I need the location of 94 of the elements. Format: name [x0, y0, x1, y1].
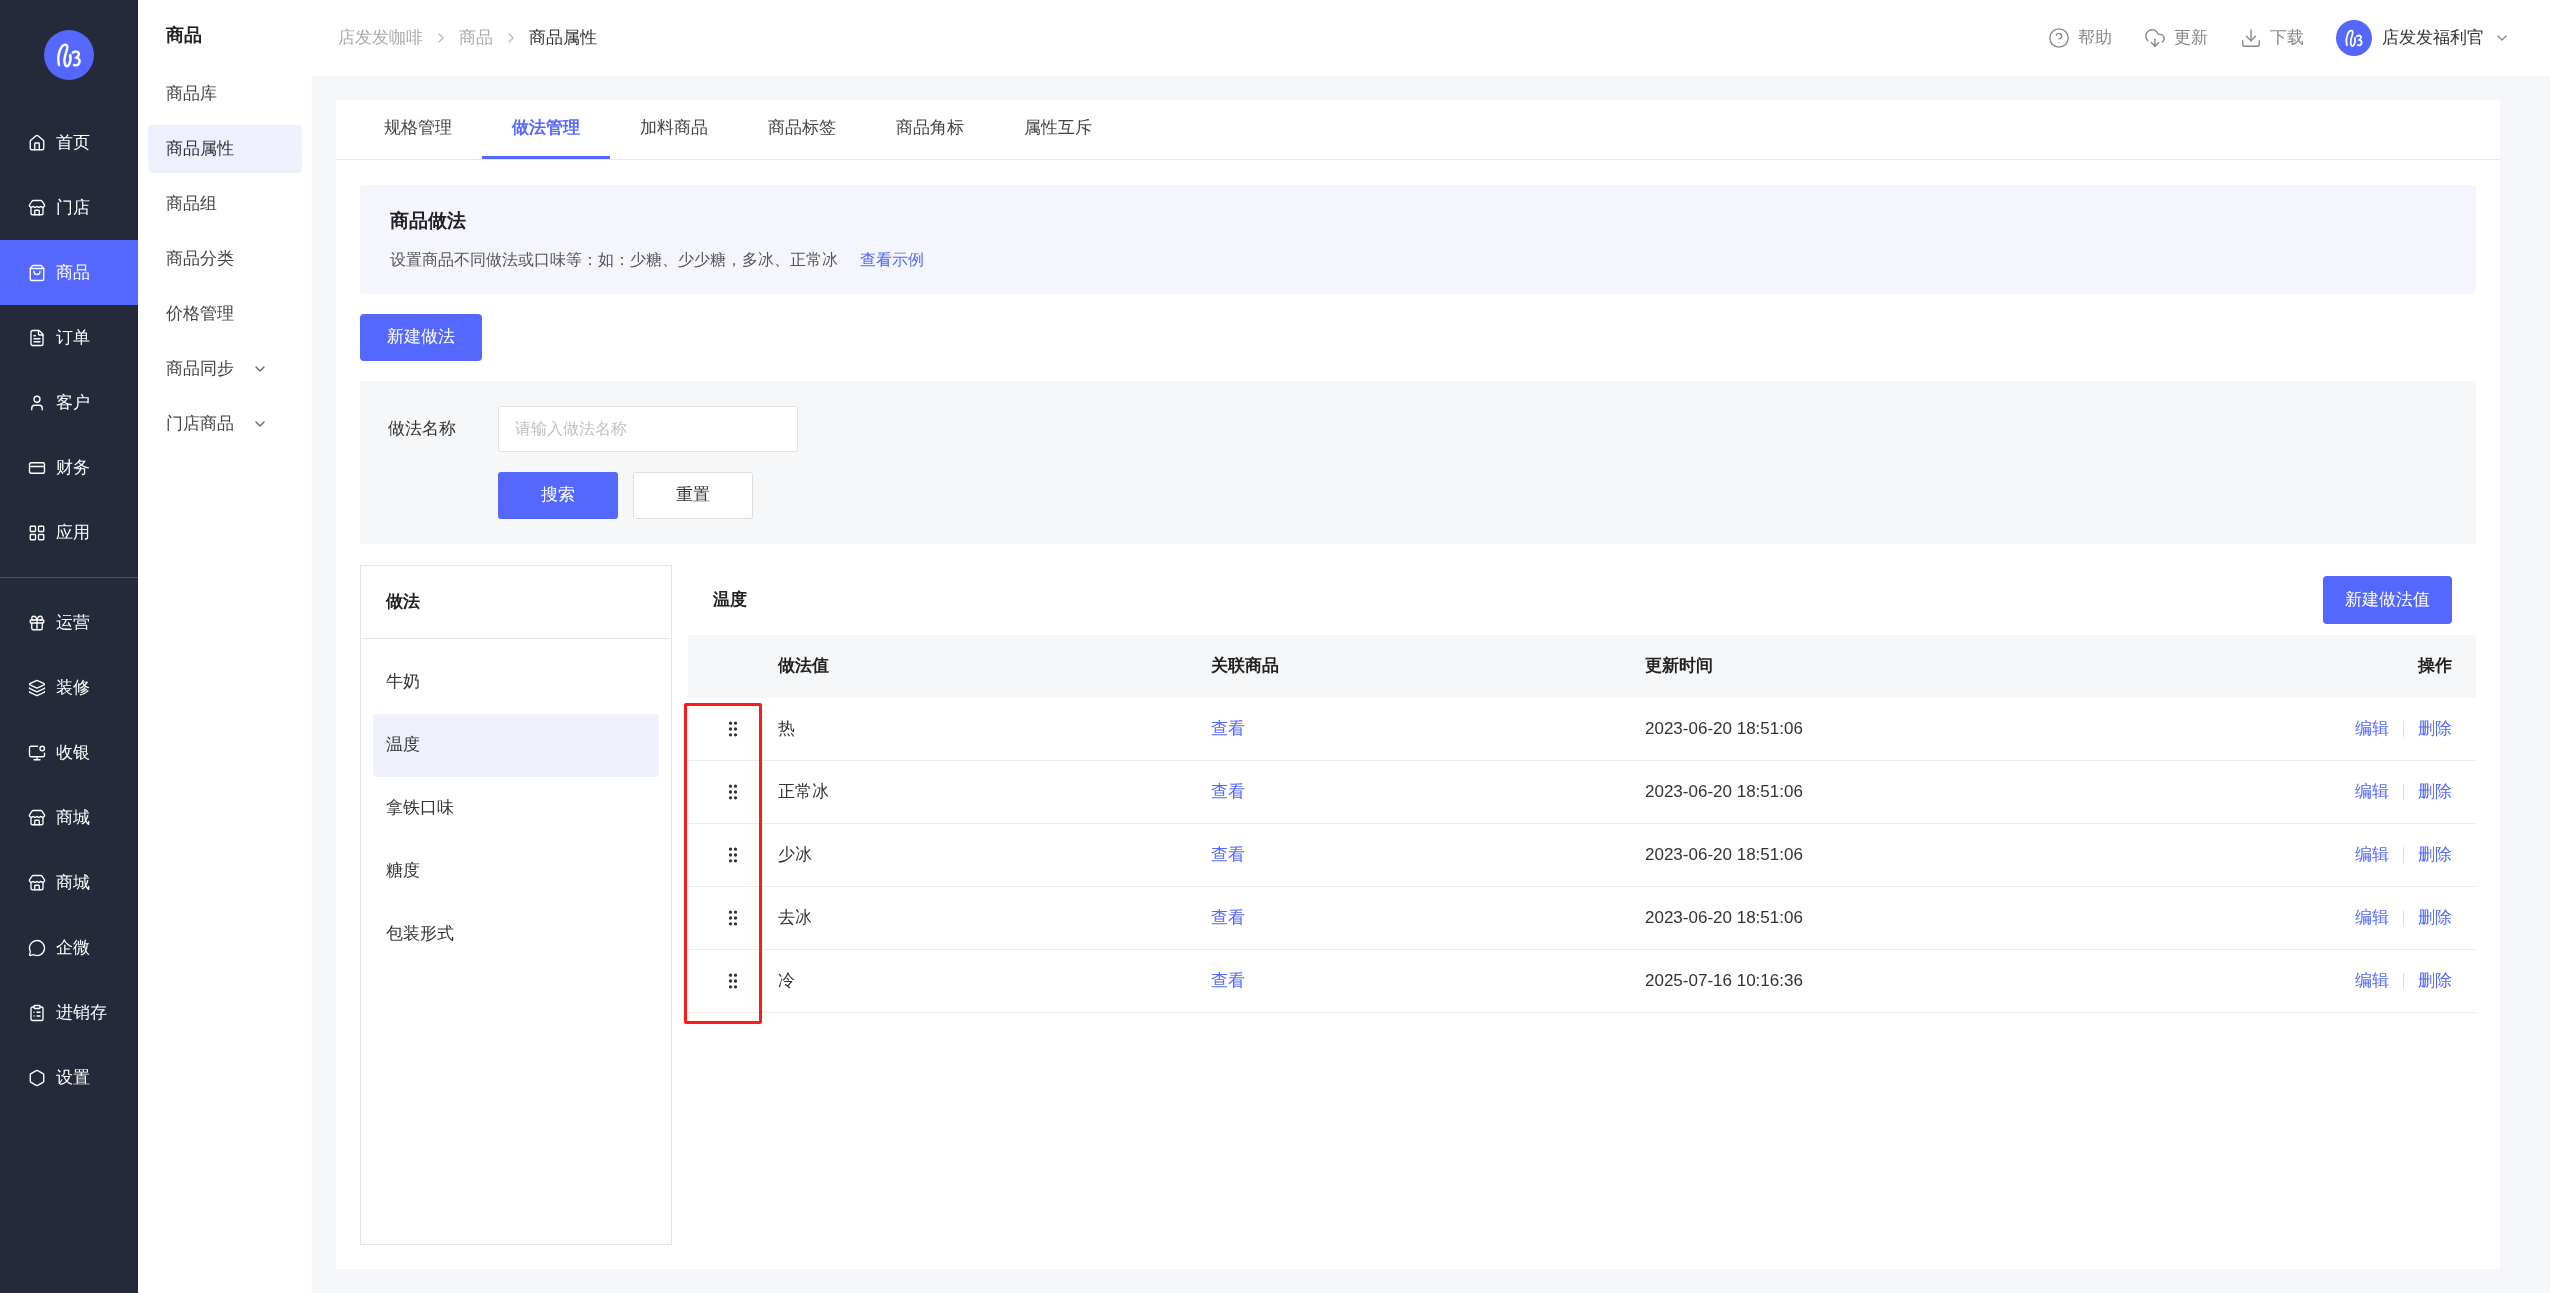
download-icon	[2240, 27, 2262, 49]
edit-link[interactable]: 编辑	[2355, 841, 2389, 868]
column-header: 更新时间	[1645, 655, 1714, 678]
header-action[interactable]: 更新	[2144, 25, 2208, 51]
delete-link[interactable]: 删除	[2418, 715, 2452, 742]
nav-item[interactable]: 装修	[0, 655, 138, 720]
submenu-item[interactable]: 商品分类	[148, 235, 302, 283]
search-button[interactable]: 搜索	[498, 471, 618, 519]
gift-icon	[28, 613, 46, 632]
cloud-download-icon	[2144, 27, 2166, 49]
breadcrumb-item: 商品属性	[529, 27, 597, 50]
chat-icon	[28, 938, 46, 957]
delete-link[interactable]: 删除	[2418, 841, 2452, 868]
delete-link[interactable]: 删除	[2418, 778, 2452, 805]
table-cell-text: 2025-07-16 10:16:36	[1645, 969, 1804, 992]
new-value-button[interactable]: 新建做法值	[2323, 575, 2452, 624]
settings-icon	[28, 1068, 46, 1087]
bag-icon	[28, 263, 46, 282]
method-item[interactable]: 温度	[373, 713, 659, 777]
table-cell-text: 2023-06-20 18:51:06	[1645, 906, 1804, 929]
layers-icon	[28, 678, 46, 697]
values-title: 温度	[713, 588, 747, 611]
tab[interactable]: 规格管理	[354, 100, 482, 159]
nav-item[interactable]: 收银	[0, 720, 138, 785]
column-header: 操作	[2418, 655, 2453, 678]
panel-title: 做法	[361, 565, 671, 639]
delete-link[interactable]: 删除	[2418, 904, 2452, 931]
edit-link[interactable]: 编辑	[2355, 904, 2389, 931]
nav-item[interactable]: 企微	[0, 915, 138, 980]
nav-item[interactable]: 门店	[0, 175, 138, 240]
example-link[interactable]: 查看示例	[860, 247, 924, 272]
home-icon	[28, 133, 46, 152]
tab[interactable]: 商品角标	[866, 100, 994, 159]
tab[interactable]: 做法管理	[482, 100, 610, 159]
logo-icon	[2336, 20, 2372, 56]
nav-item[interactable]: 应用	[0, 500, 138, 565]
info-title: 商品做法	[390, 209, 467, 233]
table-cell-text: 冷	[778, 969, 796, 992]
submenu-item[interactable]: 商品库	[148, 70, 302, 118]
table-cell-text: 2023-06-20 18:51:06	[1645, 717, 1804, 740]
table-cell-text: 少冰	[778, 843, 813, 866]
logo-icon	[44, 30, 94, 80]
clipboard-icon	[28, 1003, 46, 1022]
nav-item[interactable]: 商城	[0, 785, 138, 850]
store-icon	[28, 873, 46, 892]
tab[interactable]: 加料商品	[610, 100, 738, 159]
method-name-input[interactable]: 请输入做法名称	[498, 405, 798, 452]
new-method-button[interactable]: 新建做法	[360, 313, 482, 361]
table-cell-text: 去冰	[778, 906, 813, 929]
nav-item[interactable]: 设置	[0, 1045, 138, 1110]
table-cell-text: 热	[778, 717, 796, 740]
view-link[interactable]: 查看	[1211, 967, 1245, 994]
view-link[interactable]: 查看	[1211, 904, 1245, 931]
view-link[interactable]: 查看	[1211, 841, 1245, 868]
field-label: 做法名称	[388, 417, 457, 440]
header-action[interactable]: 帮助	[2048, 25, 2112, 51]
submenu-item[interactable]: 商品同步	[148, 345, 302, 393]
column-header: 做法值	[778, 655, 830, 678]
user-icon	[28, 393, 46, 412]
grid-icon	[28, 523, 46, 542]
submenu-item[interactable]: 商品属性	[148, 125, 302, 173]
nav-item[interactable]: 首页	[0, 110, 138, 175]
reset-button[interactable]: 重置	[633, 471, 753, 519]
tab[interactable]: 商品标签	[738, 100, 866, 159]
document-icon	[28, 328, 46, 347]
submenu-title: 商品	[165, 23, 203, 47]
delete-link[interactable]: 删除	[2418, 967, 2452, 994]
nav-item[interactable]: 订单	[0, 305, 138, 370]
submenu-item[interactable]: 门店商品	[148, 400, 302, 448]
view-link[interactable]: 查看	[1211, 715, 1245, 742]
table-cell-text: 2023-06-20 18:51:06	[1645, 780, 1804, 803]
monitor-icon	[28, 743, 46, 762]
nav-item[interactable]: 运营	[0, 590, 138, 655]
help-icon	[2048, 27, 2070, 49]
submenu-item[interactable]: 商品组	[148, 180, 302, 228]
header-action[interactable]: 下载	[2240, 25, 2304, 51]
edit-link[interactable]: 编辑	[2355, 967, 2389, 994]
table-cell-text: 2023-06-20 18:51:06	[1645, 843, 1804, 866]
edit-link[interactable]: 编辑	[2355, 715, 2389, 742]
info-text: 设置商品不同做法或口味等：如：少糖、少少糖，多冰、正常冰	[390, 249, 838, 270]
store-icon	[28, 808, 46, 827]
table-cell-text: 正常冰	[778, 780, 830, 803]
nav-item[interactable]: 商品	[0, 240, 138, 305]
tab[interactable]: 属性互斥	[994, 100, 1122, 159]
view-link[interactable]: 查看	[1211, 778, 1245, 805]
nav-item[interactable]: 商城	[0, 850, 138, 915]
edit-link[interactable]: 编辑	[2355, 778, 2389, 805]
nav-item[interactable]: 客户	[0, 370, 138, 435]
store-icon	[28, 198, 46, 217]
nav-item[interactable]: 财务	[0, 435, 138, 500]
nav-item[interactable]: 进销存	[0, 980, 138, 1045]
column-header: 关联商品	[1211, 655, 1280, 678]
user-name[interactable]: 店发发福利官	[2382, 25, 2484, 51]
submenu-item[interactable]: 价格管理	[148, 290, 302, 338]
